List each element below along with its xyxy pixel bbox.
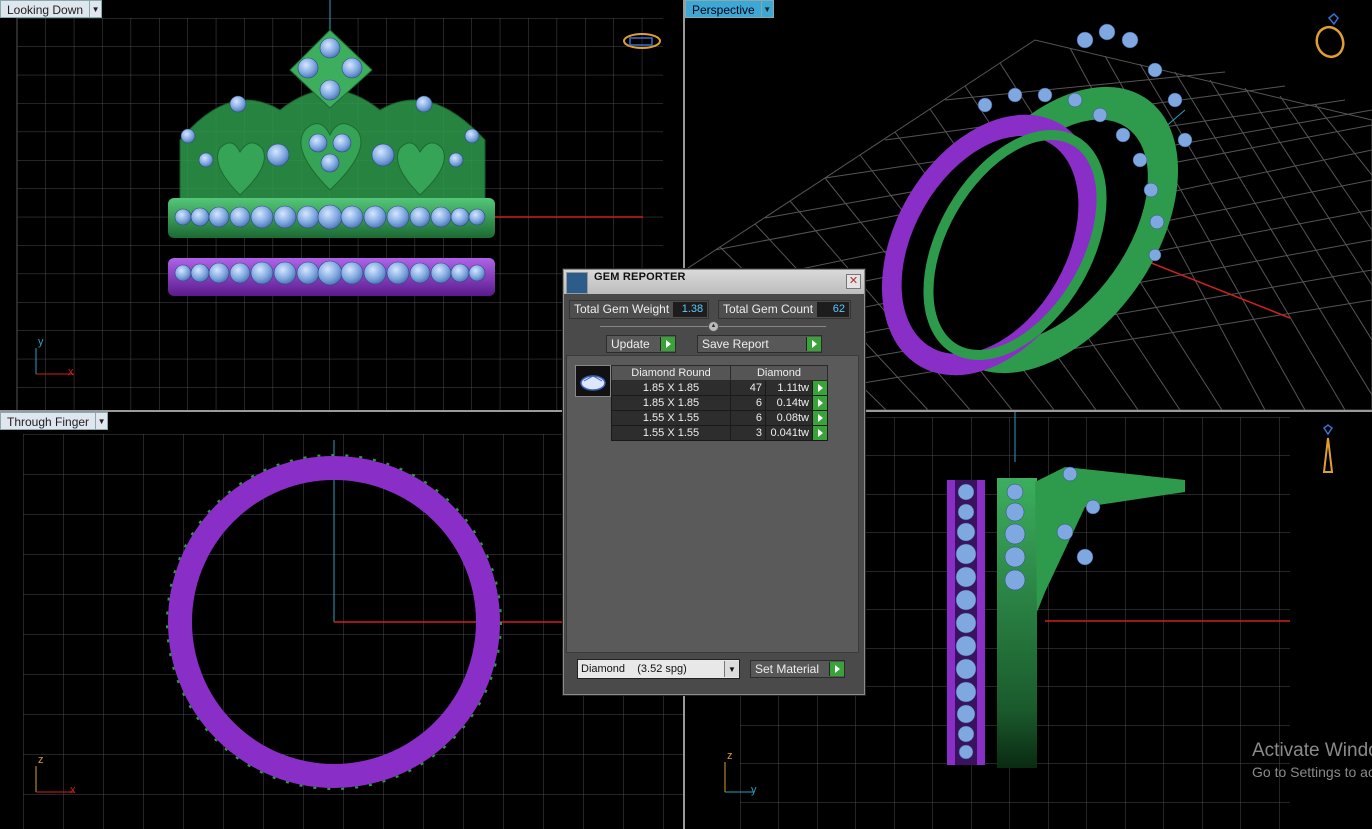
viewport-label: Through Finger xyxy=(0,412,97,430)
chevron-down-icon[interactable]: ▼ xyxy=(90,0,103,18)
update-button[interactable]: Update xyxy=(606,335,676,353)
play-arrow-icon xyxy=(829,662,844,676)
total-count-group: Total Gem Count 62 xyxy=(718,299,852,319)
set-material-button[interactable]: Set Material xyxy=(750,660,845,678)
gem-weight: 0.08tw xyxy=(765,410,813,426)
column-header-shape: Diamond Round xyxy=(611,365,731,381)
update-button-label: Update xyxy=(611,337,650,351)
gem-size: 1.85 X 1.85 xyxy=(611,380,731,396)
total-weight-value: 1.38 xyxy=(673,301,708,317)
select-row-arrow-icon[interactable] xyxy=(812,395,828,411)
dialog-titlebar[interactable]: GEM REPORTER ✕ xyxy=(564,270,864,294)
gem-list-panel: Diamond Round Diamond 1.85 X 1.85 47 1.1… xyxy=(566,355,859,653)
select-row-arrow-icon[interactable] xyxy=(812,410,828,426)
gem-count: 6 xyxy=(730,410,766,426)
table-row[interactable]: 1.85 X 1.85 47 1.11tw xyxy=(611,380,828,396)
gem-table: Diamond Round Diamond 1.85 X 1.85 47 1.1… xyxy=(611,365,828,441)
chevron-down-icon[interactable]: ▼ xyxy=(96,412,109,430)
gem-size: 1.55 X 1.55 xyxy=(611,410,731,426)
material-select[interactable]: Diamond (3.52 spg) ▼ xyxy=(577,659,740,679)
table-row[interactable]: 1.55 X 1.55 3 0.041tw xyxy=(611,425,828,441)
close-icon[interactable]: ✕ xyxy=(846,274,861,289)
chevron-down-icon[interactable]: ▼ xyxy=(724,661,739,677)
watermark-subtitle: Go to Settings to activate Windows. xyxy=(1252,764,1372,780)
activation-watermark: Activate Windows Go to Settings to activ… xyxy=(1252,740,1372,780)
viewport-menu-looking-down[interactable]: Looking Down ▼ xyxy=(0,0,103,18)
chevron-down-icon[interactable]: ▼ xyxy=(761,0,774,18)
material-select-value: Diamond (3.52 spg) xyxy=(581,663,687,675)
view-ring-icon[interactable] xyxy=(1312,12,1352,60)
gem-weight: 0.041tw xyxy=(765,425,813,441)
gem-reporter-dialog: GEM REPORTER ✕ Total Gem Weight 1.38 Tot… xyxy=(563,269,865,695)
axis-label-x: x xyxy=(68,366,74,378)
viewport-menu-through-finger[interactable]: Through Finger ▼ xyxy=(0,412,109,430)
dialog-title: GEM REPORTER xyxy=(594,271,686,283)
set-material-button-label: Set Material xyxy=(755,662,820,676)
total-count-label: Total Gem Count xyxy=(723,302,814,316)
axis-label-z: z xyxy=(727,750,733,762)
gem-weight: 1.11tw xyxy=(765,380,813,396)
diamond-round-thumbnail[interactable] xyxy=(575,365,611,397)
select-row-arrow-icon[interactable] xyxy=(812,425,828,441)
view-ring-side-icon[interactable] xyxy=(1315,424,1341,476)
total-count-value: 62 xyxy=(817,301,850,317)
total-weight-label: Total Gem Weight xyxy=(574,302,670,316)
view-ring-icon[interactable] xyxy=(620,30,664,52)
gem-weight: 0.14tw xyxy=(765,395,813,411)
table-row[interactable]: 1.85 X 1.85 6 0.14tw xyxy=(611,395,828,411)
total-weight-group: Total Gem Weight 1.38 xyxy=(569,299,710,319)
watermark-title: Activate Windows xyxy=(1252,740,1372,761)
play-arrow-icon xyxy=(660,337,675,351)
axis-label-x: x xyxy=(70,784,76,796)
table-row[interactable]: 1.55 X 1.55 6 0.08tw xyxy=(611,410,828,426)
gem-count: 6 xyxy=(730,395,766,411)
axis-label-y: y xyxy=(38,336,44,348)
gem-count: 47 xyxy=(730,380,766,396)
gem-count: 3 xyxy=(730,425,766,441)
viewport-label: Looking Down xyxy=(0,0,91,18)
collapse-icon[interactable]: ▲ xyxy=(708,321,719,332)
gem-reporter-icon xyxy=(566,272,588,294)
viewport-label: Perspective xyxy=(685,0,762,18)
select-row-arrow-icon[interactable] xyxy=(812,380,828,396)
viewport-menu-perspective[interactable]: Perspective ▼ xyxy=(685,0,774,18)
column-header-material: Diamond xyxy=(730,365,828,381)
save-report-button-label: Save Report xyxy=(702,337,769,351)
gem-size: 1.55 X 1.55 xyxy=(611,425,731,441)
axis-label-y: y xyxy=(751,784,757,796)
axis-label-z: z xyxy=(38,754,44,766)
play-arrow-icon xyxy=(806,337,821,351)
save-report-button[interactable]: Save Report xyxy=(697,335,822,353)
gem-size: 1.85 X 1.85 xyxy=(611,395,731,411)
